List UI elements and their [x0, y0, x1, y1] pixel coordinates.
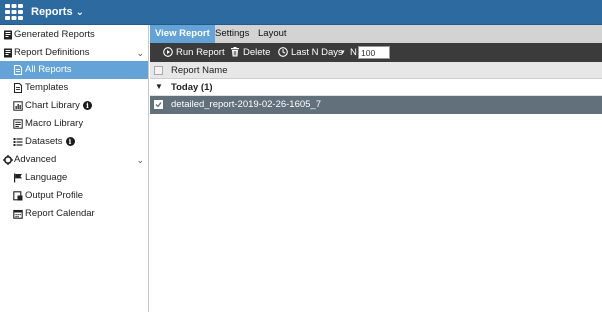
sidebar-item-label: Language [25, 172, 68, 183]
sidebar-item-label: Report Calendar [25, 208, 95, 219]
sidebar-item-macro-library[interactable]: Macro Library [0, 115, 148, 133]
run-report-label: Run Report [176, 47, 225, 58]
sidebar-item-language[interactable]: Language [0, 169, 148, 187]
sidebar-item-label: Report Definitions [14, 47, 90, 58]
sidebar-item-templates[interactable]: Templates [0, 79, 148, 97]
report-icon [4, 30, 12, 40]
checkmark-icon [155, 102, 162, 108]
tab-settings[interactable]: Settings [210, 25, 254, 43]
chevron-down-icon[interactable]: ⌄ [136, 44, 144, 62]
sidebar-item-label: Output Profile [25, 190, 84, 201]
info-icon[interactable]: i [82, 101, 92, 110]
document-icon [13, 83, 23, 93]
caret-down-icon[interactable]: ▼ [155, 82, 163, 91]
sidebar-item-all-reports[interactable]: All Reports [0, 61, 148, 79]
n-days-input[interactable] [358, 46, 390, 59]
time-period-label: Last N Days [291, 47, 343, 58]
sidebar-item-label-wrap: Chart Library i [25, 97, 92, 115]
table-row[interactable]: detailed_report-2019-02-26-1605_7 [150, 96, 602, 114]
n-label: N [350, 47, 357, 58]
sidebar-item-advanced[interactable]: Advanced ⌄ [0, 151, 148, 169]
sidebar-item-chart-library[interactable]: Chart Library i [0, 97, 148, 115]
delete-button[interactable]: Delete [230, 43, 272, 62]
toolbar: Run Report Delete Last N Days ▾ N [150, 43, 602, 62]
delete-label: Delete [243, 47, 271, 58]
grid-header: Report Name [150, 62, 602, 79]
chevron-down-icon[interactable]: ⌄ [136, 151, 144, 169]
fortinet-logo-icon[interactable] [5, 4, 23, 20]
flag-icon [14, 173, 22, 183]
report-name-cell: detailed_report-2019-02-26-1605_7 [171, 99, 322, 110]
output-icon [13, 191, 23, 201]
play-circle-icon [163, 47, 173, 57]
chart-icon [13, 101, 23, 111]
row-checkbox[interactable] [154, 100, 163, 109]
sidebar-item-label: Chart Library [25, 100, 80, 111]
group-label: Today (1) [171, 82, 213, 93]
chevron-down-icon: ⌄ [75, 7, 84, 18]
reports-menu[interactable]: Reports ⌄ [31, 0, 84, 25]
document-icon [13, 65, 23, 75]
sidebar-item-label: Advanced [14, 154, 57, 165]
tab-view-report[interactable]: View Report [150, 25, 215, 43]
sidebar-item-report-calendar[interactable]: Report Calendar [0, 205, 148, 223]
info-icon[interactable]: i [65, 137, 75, 146]
reports-menu-label: Reports [31, 6, 73, 18]
sidebar-item-generated-reports[interactable]: Generated Reports [0, 26, 148, 44]
sidebar-item-datasets[interactable]: Datasets i [0, 133, 148, 151]
sidebar-item-label: Datasets [25, 136, 63, 147]
run-report-button[interactable]: Run Report [163, 43, 225, 62]
sidebar-item-label: All Reports [25, 64, 72, 75]
sidebar-item-label-wrap: Datasets i [25, 133, 75, 151]
select-all-checkbox[interactable] [154, 66, 163, 75]
sidebar-item-report-definitions[interactable]: Report Definitions ⌄ [0, 44, 148, 62]
gear-icon [3, 155, 13, 165]
trash-icon [231, 47, 239, 57]
group-row[interactable]: ▼ Today (1) [150, 79, 602, 96]
report-icon [4, 48, 12, 58]
dataset-icon [13, 138, 23, 146]
sidebar-item-label: Macro Library [25, 118, 84, 129]
sidebar-item-output-profile[interactable]: Output Profile [0, 187, 148, 205]
tab-layout[interactable]: Layout [253, 25, 292, 43]
top-bar: Reports ⌄ [0, 0, 602, 25]
sidebar-item-label: Templates [25, 82, 69, 93]
caret-down-icon: ▾ [341, 49, 345, 56]
tab-bar: View Report Settings Layout [150, 25, 602, 43]
column-header-report-name[interactable]: Report Name [171, 62, 228, 79]
macro-icon [13, 119, 23, 129]
sidebar: Generated Reports Report Definitions ⌄ A… [0, 25, 149, 312]
time-period-dropdown[interactable]: Last N Days ▾ [278, 43, 345, 62]
clock-icon [278, 47, 288, 57]
calendar-icon [13, 209, 23, 219]
sidebar-item-label: Generated Reports [14, 29, 95, 40]
